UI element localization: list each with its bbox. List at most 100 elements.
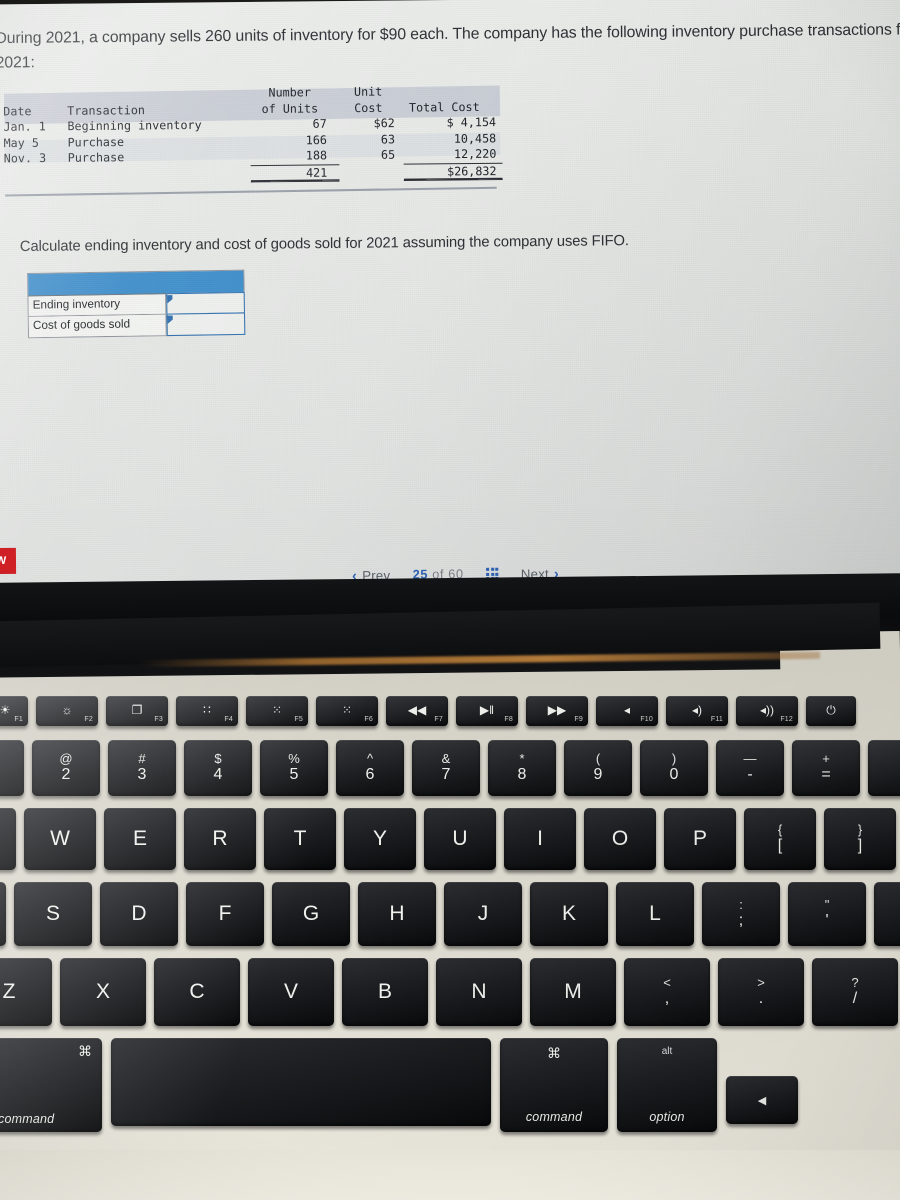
- key-slash[interactable]: ? /: [812, 958, 898, 1026]
- key-command-left[interactable]: ⌘ command: [0, 1038, 102, 1132]
- key-r[interactable]: R: [184, 808, 256, 870]
- key-bottom-label: -: [747, 766, 753, 783]
- key-3[interactable]: #3: [108, 740, 176, 796]
- key-label: I: [537, 827, 543, 850]
- key-m[interactable]: M: [530, 958, 616, 1026]
- key-9[interactable]: (9: [564, 740, 632, 796]
- key-f6[interactable]: ⁙ F6: [316, 696, 378, 726]
- cell-date: May 5: [3, 135, 39, 150]
- key-top-label: #: [138, 751, 146, 766]
- key-comma[interactable]: <,: [624, 958, 710, 1026]
- key-f8[interactable]: ▶‖ F8: [456, 696, 518, 726]
- key-top-label: (: [595, 751, 601, 766]
- key-n[interactable]: N: [436, 958, 522, 1026]
- key-delete[interactable]: [868, 740, 900, 796]
- key-partial-1[interactable]: [0, 740, 24, 796]
- header-units-line1: Number: [268, 84, 311, 100]
- key-equals[interactable]: + =: [792, 740, 860, 796]
- key-top-label: ?: [851, 975, 859, 990]
- key-option-right[interactable]: alt option: [617, 1038, 717, 1132]
- key-f5[interactable]: ⁙ F5: [246, 696, 308, 726]
- table-header-row: Date Transaction Number of Units Unit Co…: [0, 83, 502, 119]
- key-c[interactable]: C: [154, 958, 240, 1026]
- key-h[interactable]: H: [358, 882, 436, 946]
- key-b[interactable]: B: [342, 958, 428, 1026]
- key-top-label: &: [441, 751, 451, 766]
- answer-input-ending-inventory[interactable]: [166, 292, 245, 315]
- key-top-label: ^: [366, 751, 374, 766]
- fn-key-label: F10: [640, 716, 653, 723]
- key-t[interactable]: T: [264, 808, 336, 870]
- header-total-cost: Total Cost: [408, 99, 480, 115]
- key-k[interactable]: K: [530, 882, 608, 946]
- key-7[interactable]: & 7: [412, 740, 480, 796]
- key-arrow-left[interactable]: ◀: [726, 1076, 798, 1124]
- key-d[interactable]: D: [100, 882, 178, 946]
- red-side-tab[interactable]: W: [0, 547, 17, 575]
- fn-key-label: F9: [574, 716, 583, 723]
- key-e[interactable]: E: [104, 808, 176, 870]
- key-f1[interactable]: ☀ F1: [0, 696, 28, 726]
- key-quote[interactable]: " ': [788, 882, 866, 946]
- key-g[interactable]: G: [272, 882, 350, 946]
- keyboard-home-row: S D F G H J K L:; " ': [0, 882, 900, 946]
- key-j[interactable]: J: [444, 882, 522, 946]
- key-minus[interactable]: — -: [716, 740, 784, 796]
- key-space[interactable]: [111, 1038, 491, 1126]
- key-8[interactable]: * 8: [488, 740, 556, 796]
- key-bottom-label: 0: [669, 766, 679, 783]
- cell-transaction: Beginning inventory: [67, 117, 202, 134]
- key-semicolon[interactable]: :;: [702, 882, 780, 946]
- key-top-label: $: [214, 751, 222, 766]
- key-0[interactable]: ) 0: [640, 740, 708, 796]
- key-2[interactable]: @2: [32, 740, 100, 796]
- key-label: L: [649, 902, 661, 925]
- key-f7[interactable]: ◀◀ F7: [386, 696, 448, 726]
- cell-total-cost: $ 4,154: [446, 114, 497, 130]
- key-y[interactable]: Y: [344, 808, 416, 870]
- key-z[interactable]: Z: [0, 958, 52, 1026]
- key-f2[interactable]: ☼ F2: [36, 696, 98, 726]
- key-command-right[interactable]: ⌘ command: [500, 1038, 608, 1132]
- key-6[interactable]: ^ 6: [336, 740, 404, 796]
- key-f4[interactable]: ∷ F4: [176, 696, 238, 726]
- inventory-table: Date Transaction Number of Units Unit Co…: [0, 83, 503, 185]
- key-f11[interactable]: ◂) F11: [666, 696, 728, 726]
- key-period[interactable]: >.: [718, 958, 804, 1026]
- key-tab[interactable]: [0, 808, 16, 870]
- key-i[interactable]: I: [504, 808, 576, 870]
- key-p[interactable]: P: [664, 808, 736, 870]
- key-o[interactable]: O: [584, 808, 656, 870]
- cell-grand-total: $26,832: [403, 162, 503, 181]
- cell-unit-cost: 65: [380, 147, 396, 163]
- key-x[interactable]: X: [60, 958, 146, 1026]
- answer-input-cost-of-goods-sold[interactable]: [166, 312, 246, 337]
- brightness-down-icon: ☀: [0, 703, 11, 717]
- key-f12[interactable]: ◂)) F12: [736, 696, 798, 726]
- key-f10[interactable]: ◂ F10: [596, 696, 658, 726]
- header-units-line2: of Units: [261, 100, 319, 116]
- key-capslock[interactable]: [0, 882, 6, 946]
- key-f3[interactable]: ❐ F3: [106, 696, 168, 726]
- fn-key-label: F11: [710, 716, 723, 723]
- key-bracket-right[interactable]: }]: [824, 808, 896, 870]
- key-s[interactable]: S: [14, 882, 92, 946]
- key-5[interactable]: % 5: [260, 740, 328, 796]
- key-return[interactable]: [874, 882, 900, 946]
- header-transaction: Transaction: [67, 102, 146, 118]
- key-top-label: %: [288, 751, 300, 766]
- key-label: K: [561, 902, 576, 925]
- key-bracket-left[interactable]: {[: [744, 808, 816, 870]
- key-f9[interactable]: ▶▶ F9: [526, 696, 588, 726]
- key-u[interactable]: U: [424, 808, 496, 870]
- key-w[interactable]: W: [24, 808, 96, 870]
- key-power[interactable]: ⏻: [806, 696, 856, 726]
- key-label: O: [611, 827, 629, 850]
- key-4[interactable]: $4: [184, 740, 252, 796]
- key-l[interactable]: L: [616, 882, 694, 946]
- key-top-label: *: [519, 751, 525, 766]
- fn-key-label: F5: [294, 716, 303, 723]
- cell-units: 166: [305, 132, 327, 147]
- key-f[interactable]: F: [186, 882, 264, 946]
- key-v[interactable]: V: [248, 958, 334, 1026]
